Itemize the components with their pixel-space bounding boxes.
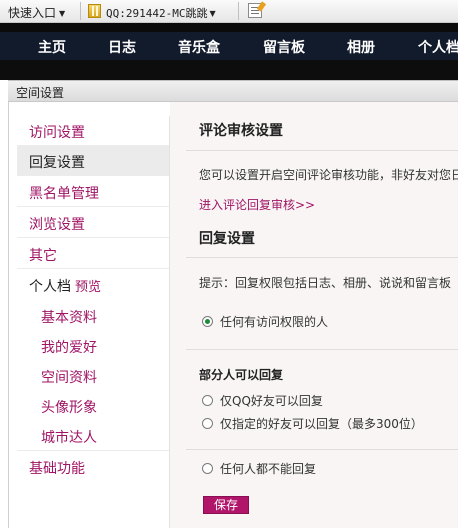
nav-message-board[interactable]: 留言板 (263, 37, 305, 57)
option-label: 仅QQ好友可以回复 (220, 394, 323, 408)
browser-toolbar: 快速入口 ▼ QQ:291442-MC跳跳 ▼ (0, 0, 458, 23)
sidebar-sub-basic-info[interactable]: 基本资料 (17, 301, 169, 331)
partial-reply-title: 部分人可以回复 (199, 368, 284, 382)
sidebar-profile-header: 个人档 预览 (17, 270, 169, 300)
sidebar-item-label: 其它 (29, 248, 57, 264)
sidebar-item-other[interactable]: 其它 (17, 239, 169, 269)
quick-entry-menu[interactable]: 快速入口 ▼ (8, 4, 65, 21)
radio-icon[interactable] (202, 463, 213, 474)
section-divider (186, 150, 458, 151)
qq-account-menu[interactable]: QQ:291442-MC跳跳 ▼ (106, 5, 216, 21)
nav-bottom-band (0, 60, 458, 80)
sidebar-item-browse[interactable]: 浏览设置 (17, 208, 169, 238)
nav-home[interactable]: 主页 (38, 37, 66, 57)
sidebar-item-basic-features[interactable]: 基础功能 (17, 452, 169, 482)
header-band (0, 23, 458, 32)
main-nav: 主页 日志 音乐盒 留言板 相册 个人档 (0, 32, 458, 60)
review-settings-link[interactable]: 进入评论回复审核>> (199, 196, 315, 213)
toolbar-divider (238, 2, 239, 20)
nav-album[interactable]: 相册 (347, 37, 375, 57)
sidebar-sub-space-info[interactable]: 空间资料 (17, 361, 169, 391)
option-anyone[interactable]: 任何有访问权限的人 (202, 313, 328, 330)
profile-preview-link[interactable]: 预览 (75, 280, 101, 295)
sidebar-sub-label: 空间资料 (41, 370, 97, 386)
panel-border (8, 102, 9, 528)
option-no-one[interactable]: 任何人都不能回复 (202, 460, 316, 477)
bookmark-icon[interactable] (88, 4, 101, 18)
sidebar-item-label: 黑名单管理 (29, 186, 99, 202)
option-label: 任何有访问权限的人 (220, 315, 329, 329)
sidebar-item-label: 浏览设置 (29, 217, 85, 233)
qq-account-label: QQ:291442-MC跳跳 (106, 7, 208, 20)
reply-tip: 提示：回复权限包括日志、相册、说说和留言板 (199, 276, 452, 290)
option-qq-friends[interactable]: 仅QQ好友可以回复 (202, 392, 323, 409)
sidebar-sub-avatar[interactable]: 头像形象 (17, 391, 169, 421)
dropdown-arrow-icon: ▼ (209, 9, 216, 18)
review-section-title: 评论审核设置 (199, 123, 283, 139)
option-label: 任何人都不能回复 (220, 462, 317, 476)
sidebar-item-access[interactable]: 访问设置 (17, 116, 169, 146)
radio-selected-icon[interactable] (202, 316, 213, 327)
sidebar-divider (169, 116, 170, 528)
edit-note-icon[interactable] (248, 3, 262, 18)
review-description: 您可以设置开启空间评论审核功能，非好友对您日 (199, 168, 458, 182)
radio-icon[interactable] (202, 418, 213, 429)
sidebar-sub-label: 基本资料 (41, 310, 97, 326)
dropdown-arrow-icon: ▼ (59, 9, 66, 18)
option-label: 仅指定的好友可以回复（最多300位） (220, 417, 423, 431)
sidebar-sub-label: 城市达人 (41, 430, 97, 446)
nav-profile[interactable]: 个人档 (418, 37, 458, 57)
option-specified-friends[interactable]: 仅指定的好友可以回复（最多300位） (202, 415, 423, 432)
sidebar-item-reply[interactable]: 回复设置 (17, 146, 169, 176)
quick-entry-label: 快速入口 (8, 6, 57, 20)
sidebar-sub-city-expert[interactable]: 城市达人 (17, 421, 169, 451)
profile-label: 个人档 (29, 279, 71, 295)
sidebar-item-label: 基础功能 (29, 461, 85, 477)
section-divider (186, 349, 458, 350)
sidebar-item-label: 访问设置 (29, 125, 85, 141)
save-button[interactable]: 保存 (203, 496, 249, 514)
sidebar-sub-hobbies[interactable]: 我的爱好 (17, 331, 169, 361)
sidebar-item-label: 回复设置 (29, 155, 85, 171)
reply-section-title: 回复设置 (199, 231, 255, 247)
section-divider (186, 449, 458, 450)
settings-panel-header: 空间设置 (8, 80, 458, 102)
toolbar-divider (80, 2, 81, 20)
nav-blog[interactable]: 日志 (108, 37, 136, 57)
panel-title: 空间设置 (16, 86, 65, 100)
sidebar-item-blacklist[interactable]: 黑名单管理 (17, 177, 169, 207)
sidebar-sub-label: 我的爱好 (41, 340, 97, 356)
sidebar-sub-label: 头像形象 (41, 400, 97, 416)
nav-music-box[interactable]: 音乐盒 (178, 37, 220, 57)
section-divider (186, 257, 458, 258)
radio-icon[interactable] (202, 395, 213, 406)
